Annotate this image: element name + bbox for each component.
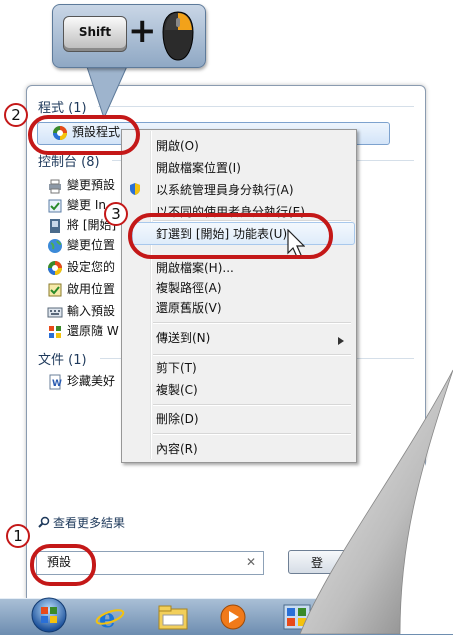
step-badge-3: 3 [104,202,128,226]
shift-key-icon: Shift [63,16,127,52]
plus-sign: + [128,11,157,51]
annotation-ring-default-programs [28,115,140,155]
annotation-ring-search-box [30,544,96,586]
page-curl-decoration [299,369,453,634]
right-click-mouse-icon [160,10,196,65]
step-badge-2: 2 [4,103,28,127]
step-badge-1: 1 [6,524,30,548]
annotation-ring-pin-to-start [128,213,333,259]
